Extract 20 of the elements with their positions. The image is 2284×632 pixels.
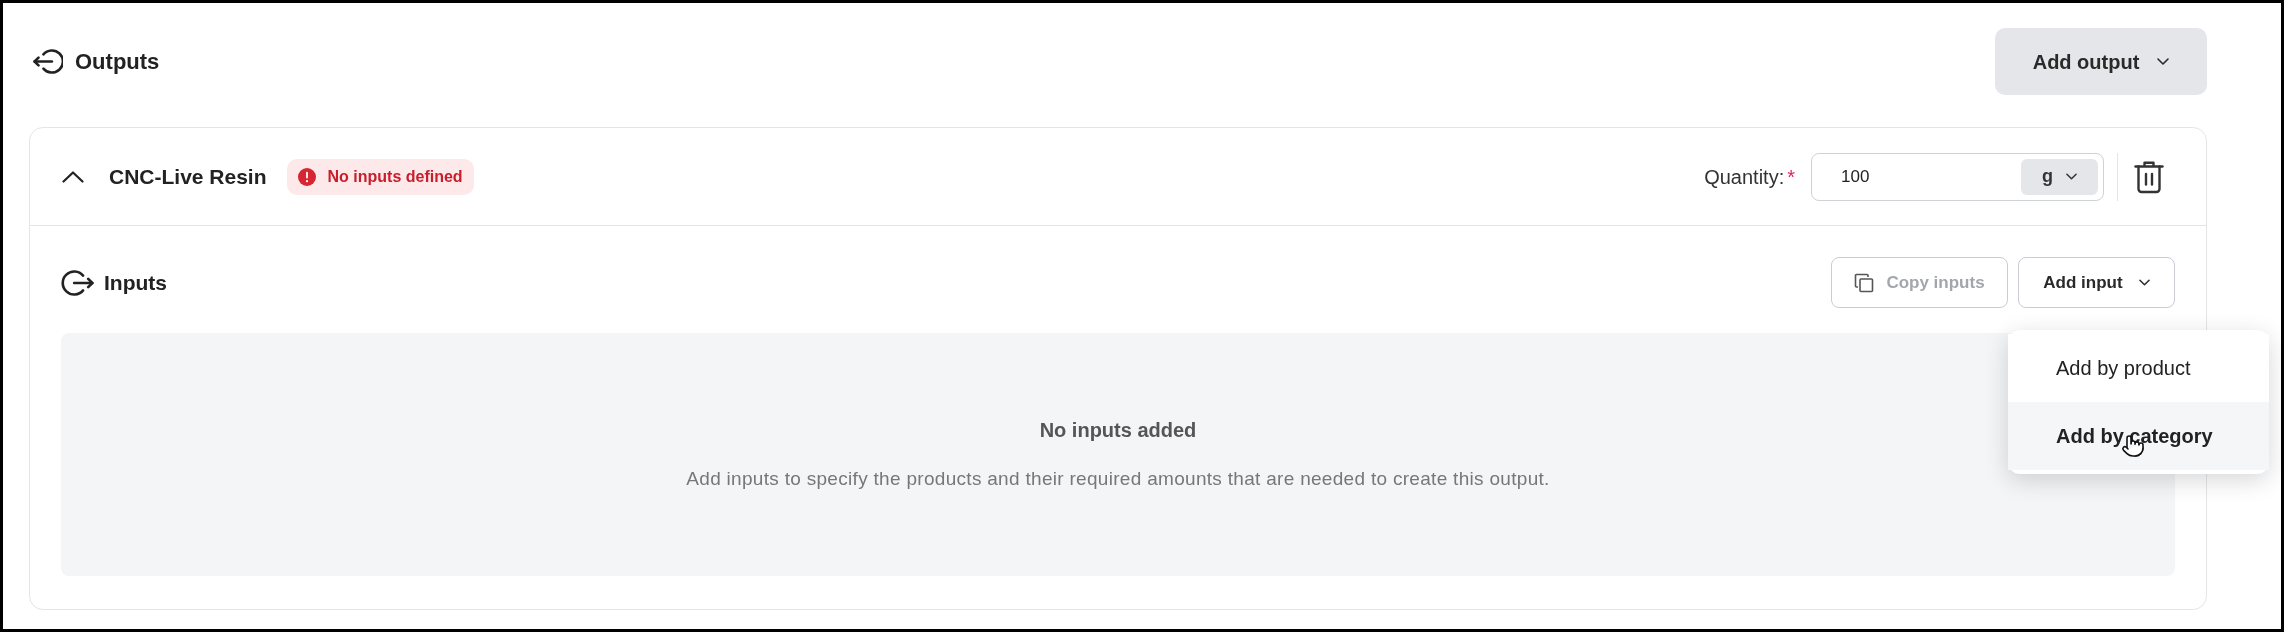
unit-select[interactable]: g bbox=[2021, 158, 2098, 195]
status-text: No inputs defined bbox=[327, 166, 463, 187]
required-asterisk: * bbox=[1787, 164, 1795, 190]
quantity-field[interactable]: 100 g bbox=[1811, 152, 2104, 201]
chevron-down-icon bbox=[2157, 58, 2170, 65]
add-input-button[interactable]: Add input bbox=[2018, 257, 2175, 308]
add-output-button[interactable]: Add output bbox=[1995, 28, 2207, 95]
output-name: CNC-Live Resin bbox=[109, 163, 267, 190]
empty-state-title: No inputs added bbox=[1039, 418, 1197, 444]
menu-item[interactable]: Add by product bbox=[2008, 334, 2269, 402]
trash-icon bbox=[2134, 159, 2164, 194]
inputs-title: Inputs bbox=[104, 269, 167, 296]
menu-item[interactable]: Add by category bbox=[2008, 402, 2269, 470]
section-title: Outputs bbox=[75, 48, 160, 76]
chevron-down-icon bbox=[2066, 173, 2077, 180]
copy-icon bbox=[1854, 272, 1875, 293]
empty-state-text: Add inputs to specify the products and their required amounts that are needed to create this output. bbox=[686, 467, 1550, 492]
alert-icon bbox=[297, 167, 316, 186]
chevron-down-icon bbox=[2138, 279, 2150, 286]
quantity-label: Quantity: bbox=[1704, 164, 1785, 190]
